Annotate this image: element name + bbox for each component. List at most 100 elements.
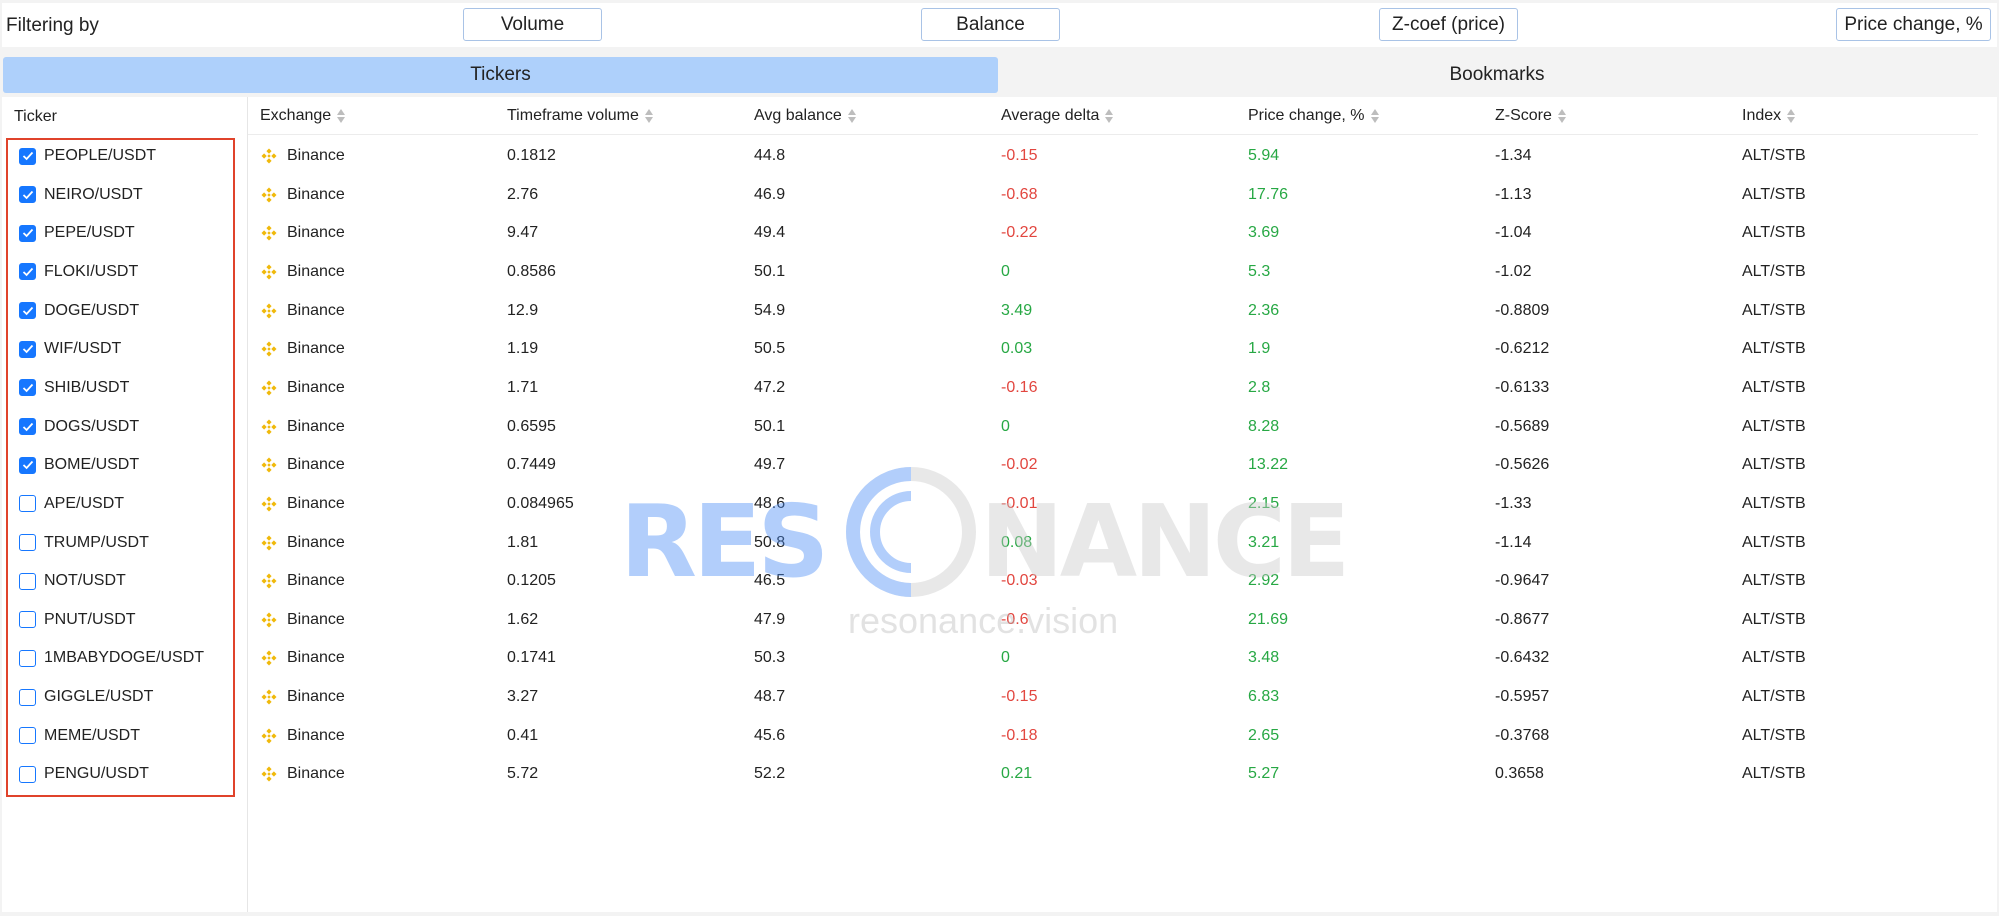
filter-volume-button[interactable]: Volume — [463, 8, 602, 41]
avg-delta-cell: 0 — [1001, 417, 1010, 435]
index-cell: ALT/STB — [1742, 726, 1806, 744]
column-header-timeframe-volume[interactable]: Timeframe volume — [507, 107, 653, 125]
filter-price-change-button[interactable]: Price change, % — [1836, 8, 1991, 41]
price-change-cell: 5.3 — [1248, 262, 1271, 280]
avg-balance-cell: 48.6 — [754, 494, 786, 512]
exchange-name: Binance — [287, 417, 345, 435]
ticker-checkbox[interactable] — [19, 147, 36, 165]
ticker-item[interactable]: BOME/USDT — [19, 453, 139, 477]
ticker-checkbox[interactable] — [19, 186, 36, 204]
ticker-checkbox[interactable] — [19, 572, 36, 590]
sort-icon[interactable] — [1557, 109, 1566, 123]
ticker-checkbox[interactable] — [19, 302, 36, 320]
ticker-checkbox[interactable] — [19, 688, 36, 706]
column-header-index[interactable]: Index — [1742, 107, 1796, 125]
ticker-item[interactable]: TRUMP/USDT — [19, 531, 149, 555]
ticker-name: FLOKI/USDT — [44, 262, 139, 280]
sort-icon[interactable] — [1787, 109, 1796, 123]
ticker-item[interactable]: NEIRO/USDT — [19, 183, 143, 207]
sort-icon[interactable] — [1105, 109, 1114, 123]
column-header-z-score[interactable]: Z-Score — [1495, 107, 1566, 125]
exchange-name: Binance — [287, 649, 345, 667]
ticker-item[interactable]: SHIB/USDT — [19, 376, 129, 400]
index-cell: ALT/STB — [1742, 688, 1806, 706]
ticker-panel: Ticker PEOPLE/USDT NEIRO/USDT PEPE/USDT FLO… — [2, 97, 248, 912]
tab-bookmarks[interactable]: Bookmarks — [998, 57, 1996, 93]
index-cell: ALT/STB — [1742, 572, 1806, 590]
ticker-item[interactable]: WIF/USDT — [19, 337, 121, 361]
ticker-item[interactable]: 1MBABYDOGE/USDT — [19, 646, 204, 670]
avg-delta-cell: 0.21 — [1001, 765, 1033, 783]
column-header-exchange[interactable]: Exchange — [260, 107, 346, 125]
index-cell: ALT/STB — [1742, 262, 1806, 280]
ticker-item[interactable]: PENGU/USDT — [19, 762, 149, 786]
binance-icon — [261, 612, 277, 628]
zscore-cell: -0.5626 — [1495, 456, 1550, 474]
ticker-item[interactable]: DOGS/USDT — [19, 415, 139, 439]
check-icon — [22, 422, 33, 431]
exchange-cell: Binance — [260, 221, 345, 245]
ticker-item[interactable]: APE/USDT — [19, 492, 124, 516]
ticker-item[interactable]: MEME/USDT — [19, 724, 140, 748]
header-divider — [248, 134, 1978, 135]
exchange-name: Binance — [287, 765, 345, 783]
index-cell: ALT/STB — [1742, 417, 1806, 435]
index-cell: ALT/STB — [1742, 494, 1806, 512]
exchange-cell: Binance — [260, 260, 345, 284]
exchange-cell: Binance — [260, 608, 345, 632]
price-change-cell: 8.28 — [1248, 417, 1280, 435]
binance-icon — [261, 148, 277, 164]
binance-icon — [261, 380, 277, 396]
ticker-item[interactable]: NOT/USDT — [19, 569, 126, 593]
filter-zcoef-button[interactable]: Z-coef (price) — [1379, 8, 1518, 41]
ticker-item[interactable]: DOGE/USDT — [19, 299, 139, 323]
column-header-price-change[interactable]: Price change, % — [1248, 107, 1379, 125]
price-change-cell: 3.21 — [1248, 533, 1280, 551]
ticker-checkbox[interactable] — [19, 418, 36, 436]
ticker-checkbox[interactable] — [19, 263, 36, 281]
ticker-checkbox[interactable] — [19, 456, 36, 474]
check-icon — [22, 306, 33, 315]
index-cell: ALT/STB — [1742, 185, 1806, 203]
filter-balance-button[interactable]: Balance — [921, 8, 1060, 41]
price-change-cell: 2.92 — [1248, 572, 1280, 590]
ticker-item[interactable]: PNUT/USDT — [19, 608, 136, 632]
ticker-name: PEOPLE/USDT — [44, 147, 157, 164]
sort-icon[interactable] — [337, 109, 346, 123]
sort-icon[interactable] — [847, 109, 856, 123]
avg-delta-cell: -0.03 — [1001, 572, 1038, 590]
exchange-cell: Binance — [260, 569, 345, 593]
exchange-name: Binance — [287, 378, 345, 396]
price-change-cell: 2.36 — [1248, 301, 1280, 319]
avg-delta-cell: -0.16 — [1001, 378, 1038, 396]
sort-icon[interactable] — [644, 109, 653, 123]
sort-icon[interactable] — [1370, 109, 1379, 123]
avg-balance-cell: 52.2 — [754, 765, 786, 783]
zscore-cell: -0.8809 — [1495, 301, 1550, 319]
ticker-checkbox[interactable] — [19, 495, 36, 513]
ticker-checkbox[interactable] — [19, 379, 36, 397]
ticker-item[interactable]: PEPE/USDT — [19, 221, 135, 245]
ticker-checkbox[interactable] — [19, 765, 36, 783]
tab-tickers[interactable]: Tickers — [3, 57, 998, 93]
index-cell: ALT/STB — [1742, 610, 1806, 628]
price-change-cell: 6.83 — [1248, 688, 1280, 706]
ticker-checkbox[interactable] — [19, 611, 36, 629]
exchange-name: Binance — [287, 726, 345, 744]
ticker-name: APE/USDT — [44, 494, 125, 512]
volume-cell: 12.9 — [507, 301, 539, 319]
ticker-checkbox[interactable] — [19, 727, 36, 745]
ticker-checkbox[interactable] — [19, 340, 36, 358]
ticker-name: DOGS/USDT — [44, 417, 140, 435]
binance-icon — [261, 457, 277, 473]
binance-icon — [261, 650, 277, 666]
ticker-checkbox[interactable] — [19, 534, 36, 551]
ticker-item[interactable]: GIGGLE/USDT — [19, 685, 153, 709]
column-header-avg-balance[interactable]: Avg balance — [754, 107, 856, 125]
column-header-label: Average delta — [1001, 107, 1100, 124]
ticker-item[interactable]: PEOPLE/USDT — [19, 144, 156, 168]
ticker-checkbox[interactable] — [19, 649, 36, 667]
ticker-checkbox[interactable] — [19, 224, 36, 242]
ticker-item[interactable]: FLOKI/USDT — [19, 260, 138, 284]
column-header-average-delta[interactable]: Average delta — [1001, 107, 1114, 125]
